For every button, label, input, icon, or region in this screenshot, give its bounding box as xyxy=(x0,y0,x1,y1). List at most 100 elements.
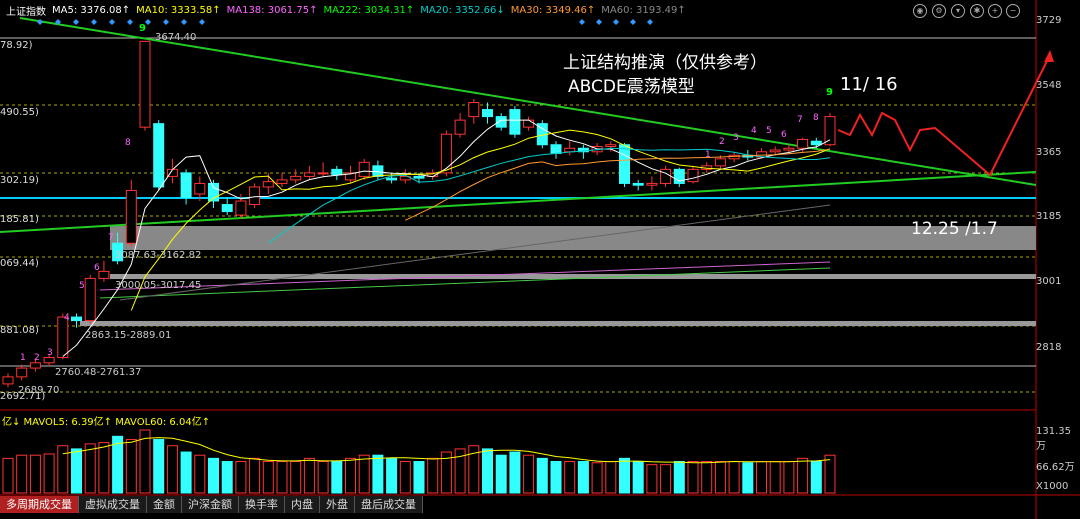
candle-body xyxy=(125,189,137,244)
sequence-label: 1 xyxy=(20,353,26,363)
volume-bar xyxy=(632,461,644,494)
gear-icon[interactable]: ✱ xyxy=(970,4,984,18)
tab-turnover[interactable]: 换手率 xyxy=(239,496,285,513)
sequence-label: 6 xyxy=(94,263,100,273)
candle-body xyxy=(550,144,562,155)
candle-body xyxy=(714,158,726,167)
candle-body xyxy=(646,182,658,186)
volume-bar xyxy=(84,443,96,494)
ma-item: MA60: 3193.49↑ xyxy=(601,4,686,16)
sequence-label: 4 xyxy=(64,313,70,323)
price-tick: 3548 xyxy=(1036,80,1062,91)
volume-bar xyxy=(728,461,740,494)
volume-bar xyxy=(564,461,576,494)
volume-bar xyxy=(550,461,562,494)
tab-multi-period-volume[interactable]: 多周期成交量 xyxy=(0,496,79,513)
ma-item: MA10: 3333.58↑ xyxy=(136,4,221,16)
candle-body xyxy=(194,182,206,195)
price-tick: 3365 xyxy=(1036,147,1062,158)
volume-tick: 131.35万 xyxy=(1036,426,1071,452)
candle-body xyxy=(57,316,69,359)
volume-bar xyxy=(495,454,507,494)
candle-body xyxy=(386,177,398,181)
candle-body xyxy=(2,376,14,385)
settings-icon[interactable]: ⚙ xyxy=(932,4,946,18)
pin-icon[interactable]: ▾ xyxy=(951,4,965,18)
volume-legend: 亿↓ MAVOL5: 6.39亿↑ MAVOL60: 6.04亿↑ xyxy=(0,412,1036,428)
left-tick: 881.08) xyxy=(0,325,39,336)
volume-bar xyxy=(482,448,493,494)
volume-bar xyxy=(646,464,658,494)
candle-body xyxy=(98,270,110,279)
volume-bar xyxy=(523,454,535,494)
box-label: 3000.05-3017.45 xyxy=(115,280,202,291)
volume-bar xyxy=(660,464,672,494)
index-name: 上证指数 xyxy=(6,6,46,18)
candle-body xyxy=(769,149,781,153)
volume-bar xyxy=(591,462,603,494)
date-label: 11/ 16 xyxy=(840,74,898,95)
volume-bar xyxy=(208,457,219,494)
volume-bar xyxy=(262,461,274,494)
range-label: 12.25 /1.7 xyxy=(911,219,998,239)
price-tick: 3001 xyxy=(1036,276,1062,287)
sequence-label: 4 xyxy=(751,126,757,136)
minus-icon[interactable]: − xyxy=(1006,4,1020,18)
candle-body xyxy=(331,168,343,176)
candle-body xyxy=(153,123,165,188)
tab-outer-volume[interactable]: 外盘 xyxy=(320,496,355,513)
candle-body xyxy=(523,119,535,128)
volume-bar xyxy=(358,454,370,494)
volume-bar xyxy=(43,453,55,494)
volume-bar xyxy=(153,438,165,494)
ma-item: MA30: 3349.46↑ xyxy=(510,4,596,16)
tab-inner-volume[interactable]: 内盘 xyxy=(285,496,320,513)
candle-body xyxy=(619,144,630,184)
volume-bar xyxy=(509,451,521,494)
high-label: 3674.40 xyxy=(155,32,197,43)
candle-body xyxy=(468,102,480,118)
volume-bar xyxy=(235,461,247,494)
tab-virtual-volume[interactable]: 虚拟成交量 xyxy=(79,496,147,513)
sequence-label: 3 xyxy=(47,348,53,358)
chart-subtitle: ABCDE震荡模型 xyxy=(568,77,695,97)
volume-bar xyxy=(166,445,178,494)
candle-body xyxy=(509,109,521,135)
volume-bar xyxy=(769,461,781,494)
candle-body xyxy=(810,140,822,146)
tab-sh-sz-amount[interactable]: 沪深金额 xyxy=(182,496,239,513)
candle-body xyxy=(482,109,493,118)
volume-bar xyxy=(619,457,630,494)
volume-bar xyxy=(290,461,302,494)
volume-bar xyxy=(194,454,206,494)
sequence-label: 7 xyxy=(108,233,114,243)
volume-bar xyxy=(783,461,795,494)
tab-after-hours-volume[interactable]: 盘后成交量 xyxy=(355,496,423,513)
candle-body xyxy=(454,119,466,135)
add-icon[interactable]: + xyxy=(988,4,1002,18)
sequence-label: 1 xyxy=(705,150,711,160)
nine-count: 9 xyxy=(826,87,833,98)
candle-body xyxy=(16,367,28,378)
eye-icon[interactable]: ◉ xyxy=(913,4,927,18)
volume-bar xyxy=(797,457,809,494)
volume-bar xyxy=(413,461,425,494)
volume-bar xyxy=(331,461,343,494)
volume-bar xyxy=(125,438,137,494)
candle-body xyxy=(632,182,644,186)
low-label: 2689.70 xyxy=(18,385,60,396)
left-tick: 302.19) xyxy=(0,175,39,186)
candle-body xyxy=(29,362,41,369)
left-tick: 185.81) xyxy=(0,214,39,225)
volume-tick: X1000 xyxy=(1036,481,1069,492)
tab-amount[interactable]: 金额 xyxy=(147,496,182,513)
candle-body xyxy=(180,172,192,198)
candle-body xyxy=(235,200,247,216)
candle-body xyxy=(262,181,274,188)
candle-body xyxy=(221,204,233,213)
sequence-label: 3 xyxy=(733,133,739,143)
nine-count: 9 xyxy=(139,23,146,34)
box-label: 2863.15-2889.01 xyxy=(85,330,172,341)
candle-body xyxy=(824,116,836,146)
ma-item: MA138: 3061.75↑ xyxy=(226,4,318,16)
